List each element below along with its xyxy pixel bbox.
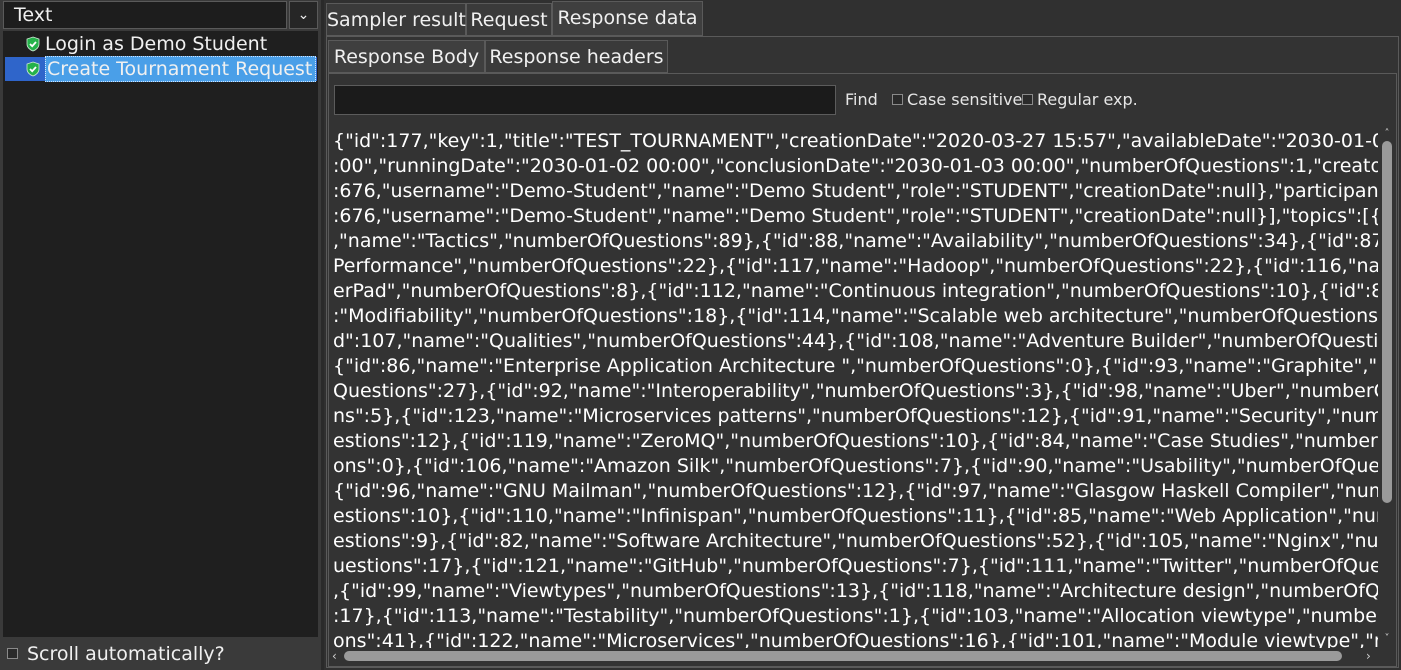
vertical-scrollbar[interactable]: ˄ ˅ <box>1380 129 1394 648</box>
checkbox-box[interactable] <box>892 94 903 105</box>
scroll-right-icon[interactable]: › <box>1366 650 1378 662</box>
renderer-select-value[interactable]: Text <box>3 1 287 29</box>
shield-check-icon <box>26 61 40 77</box>
shield-check-icon <box>26 36 40 52</box>
response-line: uestions":17},{"id":121,"name":"GitHub",… <box>333 555 1378 577</box>
tab-response-headers[interactable]: Response headers <box>485 40 668 73</box>
response-line: {"id":177,"key":1,"title":"TEST_TOURNAME… <box>333 130 1378 152</box>
tab-response-data[interactable]: Response data <box>552 1 703 36</box>
chevron-down-icon[interactable]: ⌄ <box>289 1 318 29</box>
vertical-scroll-thumb[interactable] <box>1382 141 1392 503</box>
regular-exp-label: Regular exp. <box>1037 90 1138 109</box>
response-line: ns":5},{"id":123,"name":"Microservices p… <box>333 405 1378 427</box>
response-line: :00","runningDate":"2030-01-02 00:00","c… <box>333 155 1378 177</box>
checkbox-box[interactable] <box>7 648 18 659</box>
tree-item-create-tournament[interactable]: Create Tournament Request <box>5 56 317 82</box>
tab-sampler-result[interactable]: Sampler result <box>326 3 466 36</box>
results-tree-panel: Text ⌄ Login as Demo Student Create Tour… <box>0 0 321 670</box>
find-label: Find <box>845 90 878 109</box>
checkbox-box[interactable] <box>1022 94 1033 105</box>
scroll-down-icon[interactable]: ˅ <box>1382 634 1392 644</box>
response-line: ,"name":"Tactics","numberOfQuestions":89… <box>333 230 1378 252</box>
response-line: estions":9},{"id":82,"name":"Software Ar… <box>333 530 1378 552</box>
response-line: estions":12},{"id":119,"name":"ZeroMQ","… <box>333 430 1378 452</box>
response-line: :17},{"id":113,"name":"Testability","num… <box>333 605 1378 627</box>
find-input[interactable] <box>334 85 836 115</box>
tab-request[interactable]: Request <box>466 3 552 36</box>
horizontal-scroll-thumb[interactable] <box>344 651 1342 661</box>
response-line: :676,"username":"Demo-Student","name":"D… <box>333 180 1378 202</box>
response-body-text[interactable]: {"id":177,"key":1,"title":"TEST_TOURNAME… <box>330 129 1378 648</box>
tab-response-body[interactable]: Response Body <box>328 40 485 73</box>
response-line: {"id":86,"name":"Enterprise Application … <box>333 355 1378 377</box>
response-line: ,{"id":99,"name":"Viewtypes","numberOfQu… <box>333 580 1378 602</box>
sampler-tree: Login as Demo Student Create Tournament … <box>3 31 318 637</box>
response-line: :"Modifiability","numberOfQuestions":18}… <box>333 305 1378 327</box>
response-line: :676,"username":"Demo-Student","name":"D… <box>333 205 1378 227</box>
response-line: Questions":27},{"id":92,"name":"Interope… <box>333 380 1378 402</box>
tree-item-label: Create Tournament Request <box>45 56 317 82</box>
split-pane-divider[interactable] <box>321 0 324 670</box>
response-line: erPad","numberOfQuestions":8},{"id":112,… <box>333 280 1378 302</box>
tree-item-label: Login as Demo Student <box>45 33 268 55</box>
scroll-left-icon[interactable]: ‹ <box>332 650 344 662</box>
response-line: {"id":96,"name":"GNU Mailman","numberOfQ… <box>333 480 1378 502</box>
horizontal-scrollbar[interactable]: ‹ › <box>330 648 1378 664</box>
scroll-automatically-label: Scroll automatically? <box>27 643 225 665</box>
scroll-up-icon[interactable]: ˄ <box>1382 129 1392 139</box>
response-line: ons":0},{"id":106,"name":"Amazon Silk","… <box>333 455 1378 477</box>
case-sensitive-label: Case sensitive <box>907 90 1023 109</box>
response-line: Performance","numberOfQuestions":22},{"i… <box>333 255 1378 277</box>
response-line: ons":41},{"id":122,"name":"Microservices… <box>333 630 1378 648</box>
response-line: d":107,"name":"Qualities","numberOfQuest… <box>333 330 1378 352</box>
renderer-select[interactable]: Text ⌄ <box>3 1 318 29</box>
response-line: estions":10},{"id":110,"name":"Infinispa… <box>333 505 1378 527</box>
